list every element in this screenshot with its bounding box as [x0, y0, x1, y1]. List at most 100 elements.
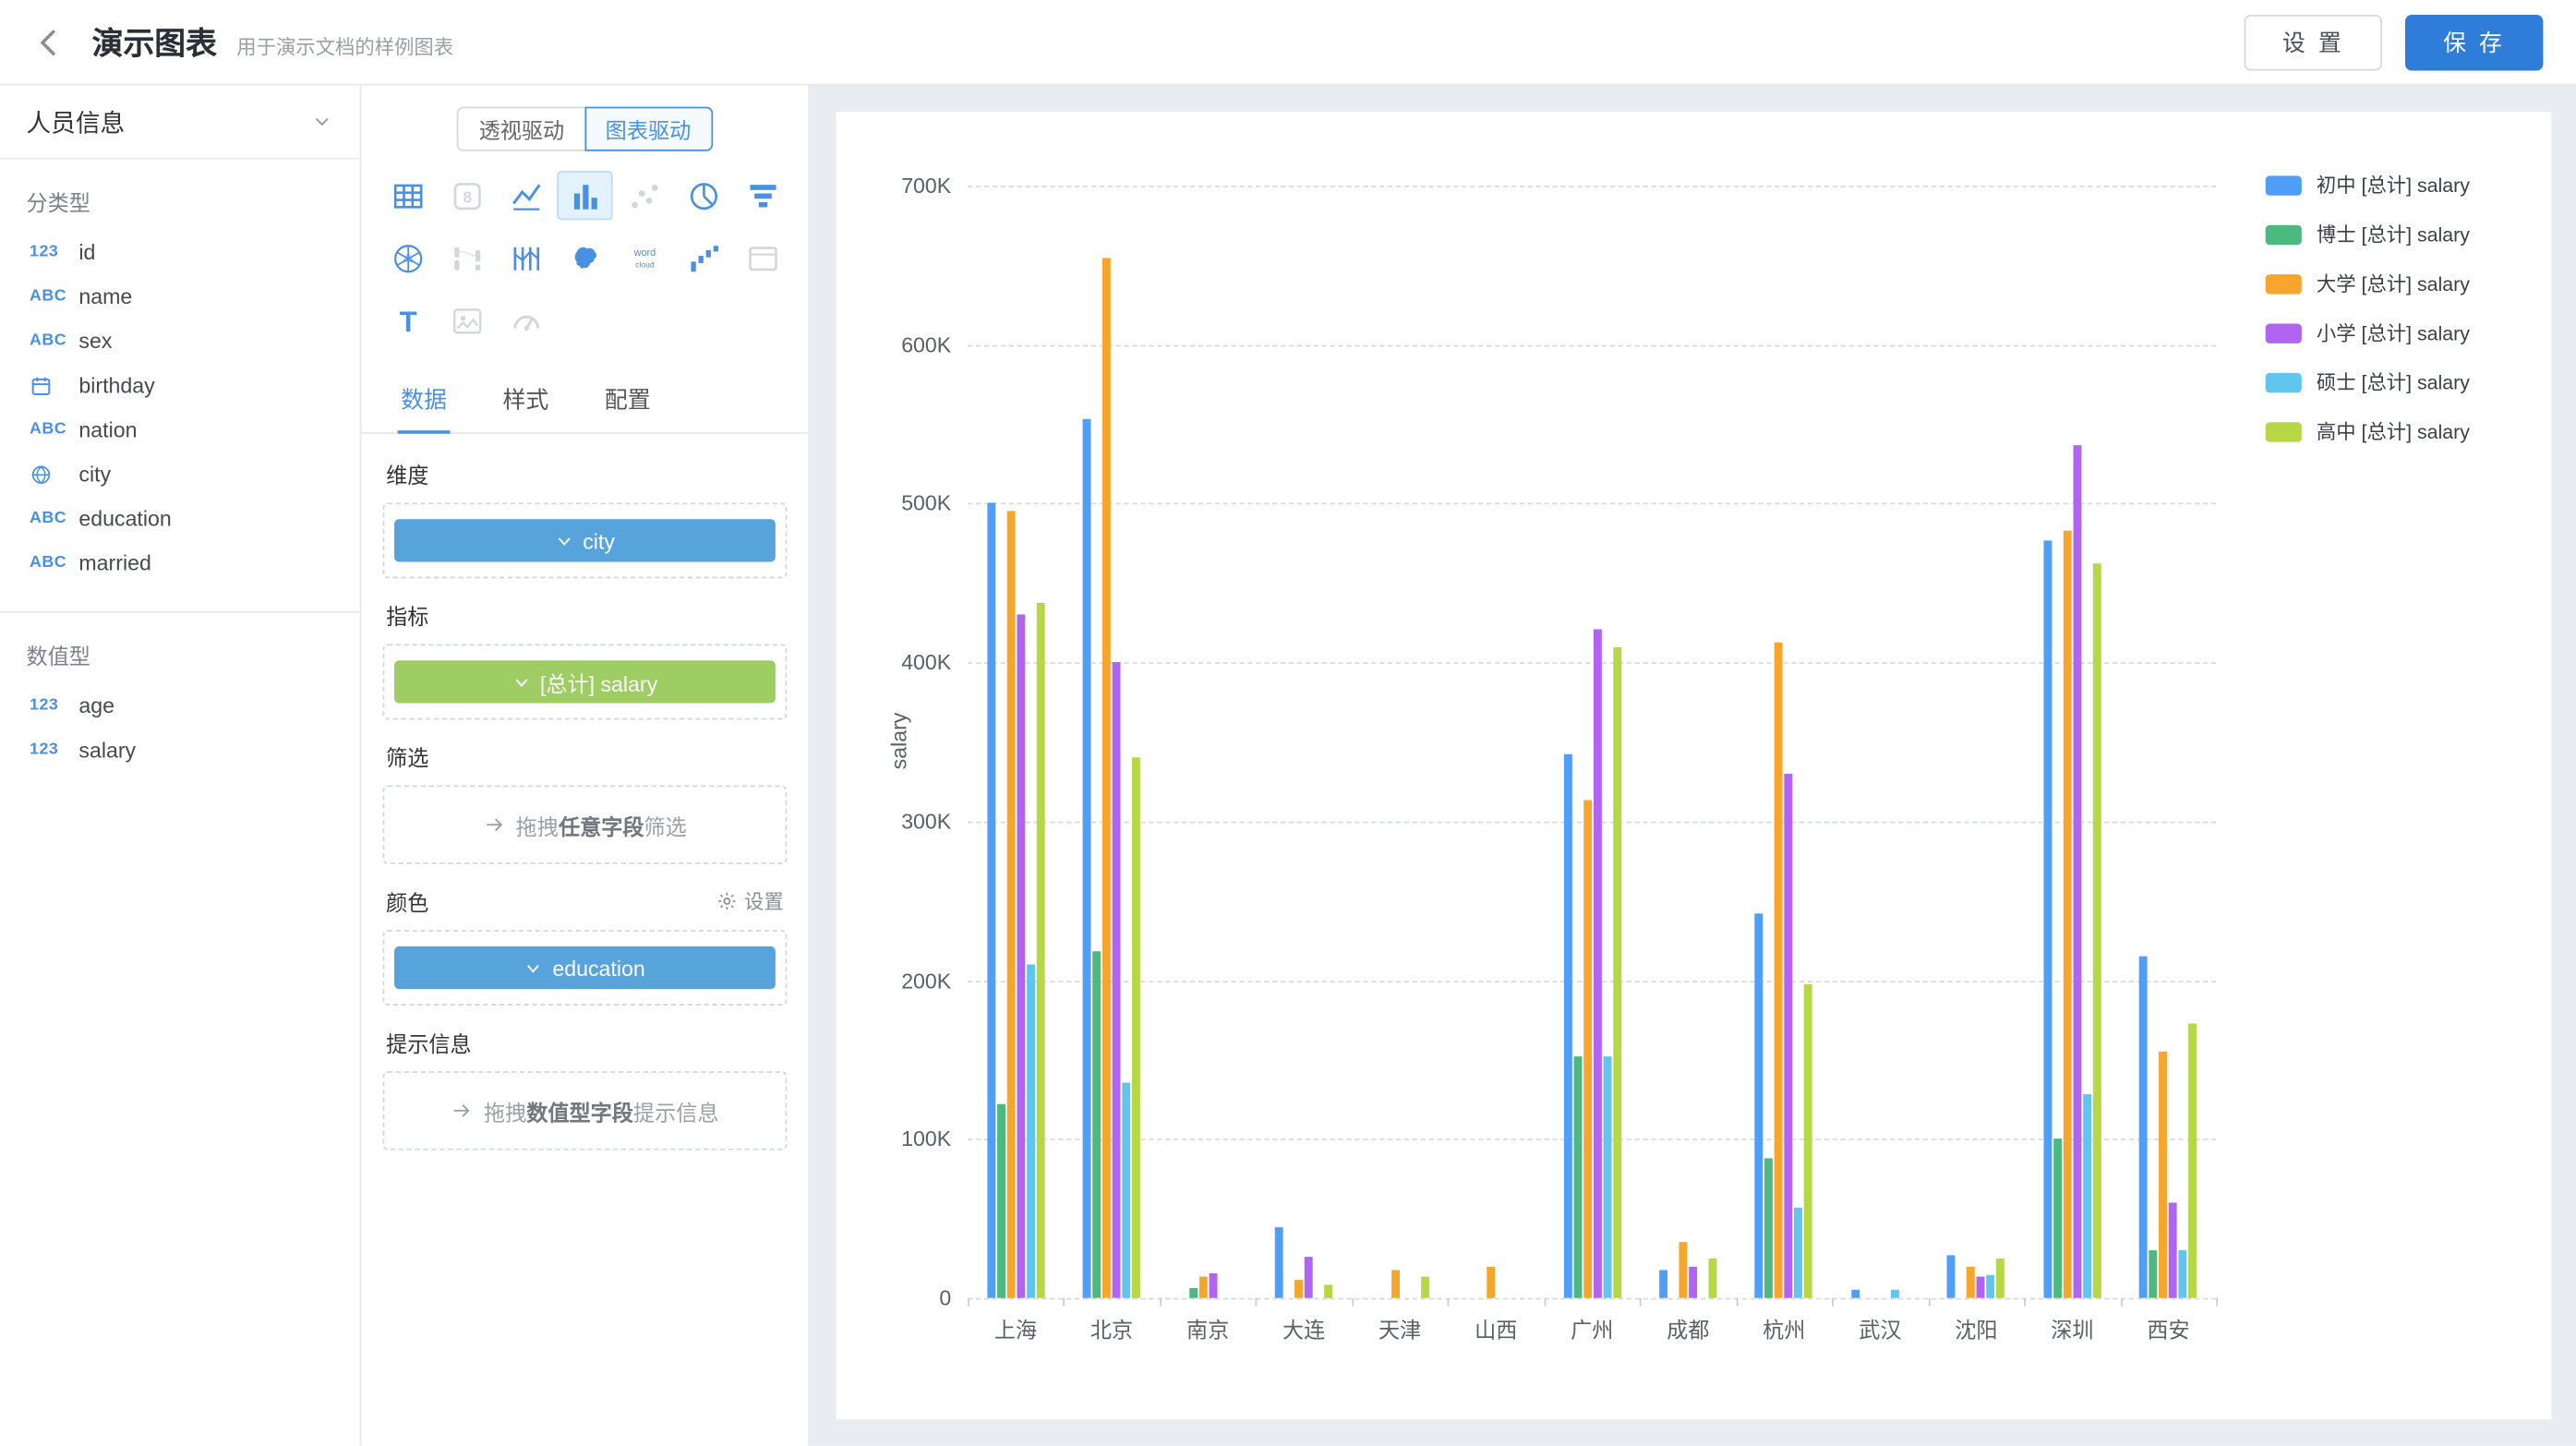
page-subtitle: 用于演示文档的样例图表 — [236, 32, 453, 60]
metric-drop-zone[interactable]: [总计] salary — [383, 645, 788, 720]
bar-group-山西 — [1448, 186, 1544, 1298]
bar — [1947, 1255, 1956, 1297]
bar — [1083, 419, 1091, 1298]
bar — [1390, 1270, 1399, 1298]
field-item-age[interactable]: 123age — [0, 683, 360, 728]
legend-swatch — [2266, 273, 2302, 293]
x-tick-label-西安: 西安 — [2120, 1313, 2216, 1344]
field-item-married[interactable]: ABCmarried — [0, 540, 360, 584]
bar — [1583, 801, 1591, 1298]
geo-icon — [30, 463, 78, 486]
mode-tab-chart-driven[interactable]: 图表驱动 — [584, 107, 713, 151]
x-tick-label-南京: 南京 — [1160, 1313, 1256, 1344]
color-label: 颜色 — [386, 886, 428, 917]
chart-type-map-icon[interactable] — [557, 234, 612, 283]
field-name: city — [78, 462, 111, 487]
field-item-sex[interactable]: ABCsex — [0, 319, 360, 363]
color-pill-education[interactable]: education — [394, 946, 776, 989]
mode-tab-pivot-driven[interactable]: 透视驱动 — [458, 107, 586, 151]
x-tick-label-北京: 北京 — [1064, 1313, 1160, 1344]
bar-group-深圳 — [2024, 186, 2120, 1298]
legend-item[interactable]: 博士 [总计] salary — [2266, 220, 2470, 247]
chart-type-table-icon[interactable] — [379, 171, 435, 220]
legend-item[interactable]: 初中 [总计] salary — [2266, 171, 2470, 199]
field-name: education — [78, 506, 171, 531]
save-button[interactable]: 保 存 — [2405, 14, 2543, 69]
field-item-education[interactable]: ABCeducation — [0, 496, 360, 540]
drag-arrow-icon — [483, 813, 506, 837]
x-tick-label-沈阳: 沈阳 — [1928, 1313, 2024, 1344]
panel-tab-样式[interactable]: 样式 — [500, 368, 552, 432]
bar — [1987, 1274, 1995, 1298]
legend-item[interactable]: 硕士 [总计] salary — [2266, 368, 2470, 396]
x-axis-ticks — [968, 1298, 2216, 1308]
dimension-section-header: 维度 — [386, 458, 784, 489]
bar — [1977, 1277, 1985, 1297]
legend-item[interactable]: 大学 [总计] salary — [2266, 270, 2470, 297]
bar — [1795, 1208, 1803, 1298]
filter-label: 筛选 — [386, 741, 428, 772]
x-axis-tick — [1736, 1298, 1738, 1307]
back-button[interactable] — [33, 22, 73, 62]
bar — [2139, 957, 2148, 1298]
field-item-birthday[interactable]: birthday — [0, 363, 360, 407]
legend-label: 硕士 [总计] salary — [2317, 368, 2470, 396]
chart-type-grid: 8wordcloudT — [361, 171, 808, 345]
header-actions: 设 置 保 存 — [2245, 14, 2543, 69]
panel-tab-配置[interactable]: 配置 — [601, 368, 654, 432]
filter-placeholder: 拖拽任意字段筛选 — [483, 809, 687, 840]
filter-drop-zone[interactable]: 拖拽任意字段筛选 — [383, 786, 788, 864]
chart-type-bar-icon[interactable] — [557, 171, 612, 220]
bar — [1305, 1257, 1313, 1298]
chart-type-pie-icon[interactable] — [675, 171, 730, 220]
field-group: 分类型123idABCnameABCsexbirthdayABCnationci… — [0, 160, 360, 611]
chart-type-wordcloud-icon[interactable]: wordcloud — [616, 234, 671, 283]
gear-icon — [716, 890, 738, 911]
bar — [1027, 964, 1035, 1297]
bar-group-上海 — [968, 186, 1064, 1298]
field-group-label: 数值型 — [0, 620, 360, 683]
field-item-salary[interactable]: 123salary — [0, 728, 360, 772]
bar — [1659, 1270, 1667, 1298]
tooltip-placeholder: 拖拽数值型字段提示信息 — [451, 1095, 718, 1127]
color-drop-zone[interactable]: education — [383, 930, 788, 1006]
metric-pill-salary[interactable]: [总计] salary — [394, 660, 776, 703]
string-type-icon: ABC — [30, 287, 78, 306]
color-section-header: 颜色 设置 — [386, 886, 784, 917]
color-settings-action[interactable]: 设置 — [716, 887, 784, 915]
dimension-pill-city[interactable]: city — [394, 519, 776, 561]
data-source-selector[interactable]: 人员信息 — [0, 86, 360, 160]
chart-type-line-icon[interactable] — [498, 171, 553, 220]
legend-label: 大学 [总计] salary — [2317, 270, 2470, 297]
settings-button[interactable]: 设 置 — [2245, 14, 2382, 69]
dimension-label: 维度 — [386, 458, 428, 489]
field-item-city[interactable]: city — [0, 452, 360, 496]
dimension-drop-zone[interactable]: city — [383, 502, 788, 578]
bar-group-南京 — [1160, 186, 1256, 1298]
panel-tab-数据[interactable]: 数据 — [398, 368, 451, 432]
bar — [2149, 1250, 2158, 1298]
field-item-id[interactable]: 123id — [0, 230, 360, 274]
legend-label: 小学 [总计] salary — [2317, 319, 2470, 346]
bar — [1603, 1056, 1611, 1298]
x-axis-tick — [1352, 1298, 1354, 1307]
bar-group-成都 — [1640, 186, 1736, 1298]
legend-item[interactable]: 小学 [总计] salary — [2266, 319, 2470, 346]
chart-type-parallel-icon[interactable] — [498, 234, 553, 283]
legend-item[interactable]: 高中 [总计] salary — [2266, 417, 2470, 445]
bar — [1275, 1226, 1283, 1297]
x-axis-tick — [2024, 1298, 2026, 1307]
tooltip-drop-zone[interactable]: 拖拽数值型字段提示信息 — [383, 1071, 788, 1150]
svg-text:cloud: cloud — [634, 259, 654, 269]
bar — [2160, 1052, 2168, 1298]
field-item-name[interactable]: ABCname — [0, 274, 360, 319]
chevron-down-icon — [310, 110, 333, 133]
string-type-icon: ABC — [30, 331, 78, 350]
chart-type-funnel-icon[interactable] — [734, 171, 789, 220]
chart-type-richtext-icon — [439, 295, 494, 344]
bar — [1709, 1259, 1717, 1298]
chart-type-waterfall-icon[interactable] — [675, 234, 730, 283]
chart-type-text-icon[interactable]: T — [379, 295, 435, 344]
chart-type-radar-icon[interactable] — [379, 234, 435, 283]
field-item-nation[interactable]: ABCnation — [0, 407, 360, 452]
